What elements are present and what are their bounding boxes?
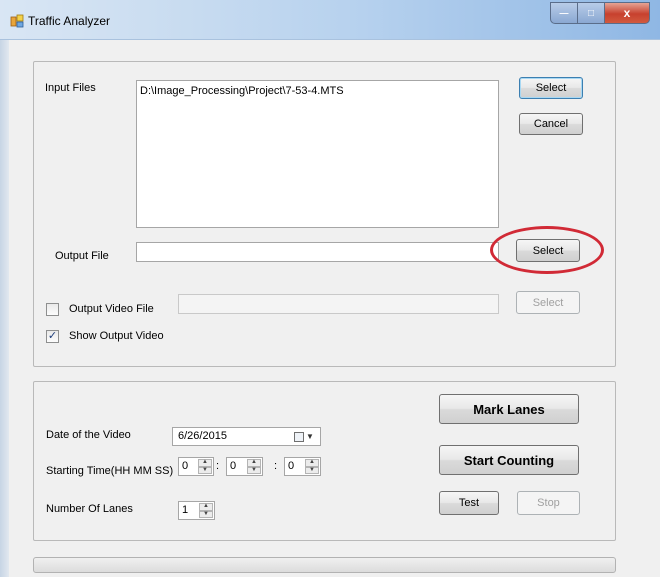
minimize-icon: — bbox=[559, 8, 569, 18]
main-window: Traffic Analyzer — □ x Input Files D:\Im… bbox=[0, 0, 660, 577]
title-bar[interactable]: Traffic Analyzer — □ x bbox=[0, 0, 660, 40]
list-item[interactable]: D:\Image_Processing\Project\7-53-4.MTS bbox=[140, 85, 495, 97]
output-file-label: Output File bbox=[55, 250, 109, 262]
time-separator: : bbox=[216, 460, 220, 472]
input-files-list[interactable]: D:\Image_Processing\Project\7-53-4.MTS bbox=[136, 80, 499, 228]
seconds-stepper[interactable]: 0 ▲ ▼ bbox=[284, 457, 321, 476]
lanes-stepper[interactable]: 1 ▲ ▼ bbox=[178, 501, 215, 520]
spin-down-icon[interactable]: ▼ bbox=[247, 466, 261, 474]
select-video-button[interactable]: Select bbox=[516, 291, 580, 314]
input-files-label: Input Files bbox=[45, 82, 96, 94]
minutes-stepper[interactable]: 0 ▲ ▼ bbox=[226, 457, 263, 476]
show-output-label: Show Output Video bbox=[69, 330, 164, 342]
select-input-button[interactable]: Select bbox=[519, 77, 583, 99]
date-value: 6/26/2015 bbox=[178, 430, 227, 442]
mark-lanes-button[interactable]: Mark Lanes bbox=[439, 394, 579, 424]
minimize-button[interactable]: — bbox=[550, 2, 577, 24]
show-output-checkbox[interactable]: ✓ bbox=[46, 330, 59, 343]
maximize-icon: □ bbox=[587, 7, 595, 19]
output-video-checkbox[interactable] bbox=[46, 303, 59, 316]
hours-stepper[interactable]: 0 ▲ ▼ bbox=[178, 457, 214, 476]
calendar-dropdown-button[interactable]: ▼ bbox=[294, 430, 316, 443]
cancel-button[interactable]: Cancel bbox=[519, 113, 583, 135]
output-video-input[interactable] bbox=[178, 294, 499, 314]
spin-up-icon[interactable]: ▲ bbox=[199, 503, 213, 511]
calendar-icon bbox=[294, 431, 304, 442]
spin-up-icon[interactable]: ▲ bbox=[305, 459, 319, 467]
window-title: Traffic Analyzer bbox=[28, 14, 111, 28]
window-frame-edge bbox=[0, 40, 9, 577]
spin-up-icon[interactable]: ▲ bbox=[247, 459, 261, 467]
spin-down-icon[interactable]: ▼ bbox=[305, 466, 319, 474]
spin-down-icon[interactable]: ▼ bbox=[199, 510, 213, 518]
app-icon bbox=[10, 14, 24, 28]
close-button[interactable]: x bbox=[604, 2, 650, 24]
progress-bar bbox=[33, 557, 616, 573]
time-separator: : bbox=[274, 460, 278, 472]
spin-down-icon[interactable]: ▼ bbox=[198, 466, 212, 474]
stop-button[interactable]: Stop bbox=[517, 491, 580, 515]
maximize-button[interactable]: □ bbox=[577, 2, 604, 24]
close-icon: x bbox=[623, 6, 631, 20]
start-time-label: Starting Time(HH MM SS) bbox=[46, 465, 174, 477]
test-button[interactable]: Test bbox=[439, 491, 499, 515]
start-counting-button[interactable]: Start Counting bbox=[439, 445, 579, 475]
lanes-label: Number Of Lanes bbox=[46, 503, 133, 515]
checkmark-icon: ✓ bbox=[47, 330, 58, 342]
date-label: Date of the Video bbox=[46, 429, 131, 441]
select-output-button[interactable]: Select bbox=[516, 239, 580, 262]
chevron-down-icon: ▼ bbox=[306, 432, 314, 441]
date-picker[interactable]: 6/26/2015 ▼ bbox=[172, 427, 321, 446]
window-controls: — □ x bbox=[550, 2, 650, 24]
output-file-input[interactable] bbox=[136, 242, 499, 262]
output-video-label: Output Video File bbox=[69, 303, 154, 315]
spin-up-icon[interactable]: ▲ bbox=[198, 459, 212, 467]
